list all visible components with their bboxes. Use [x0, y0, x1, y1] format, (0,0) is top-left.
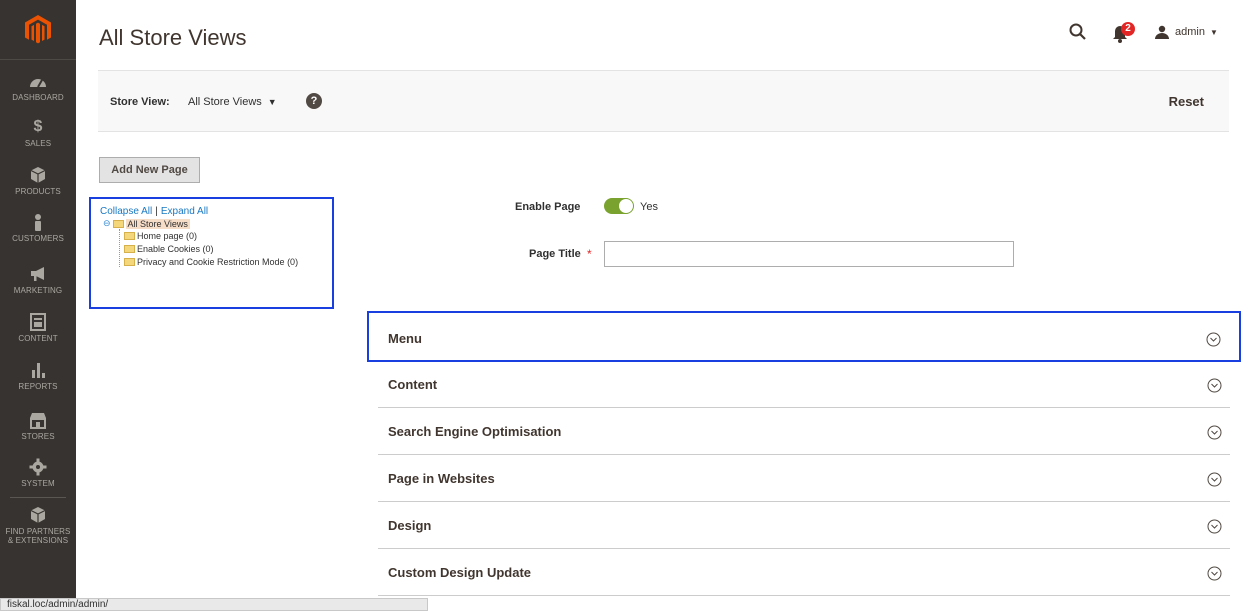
section-title: Content	[388, 377, 438, 392]
section-design[interactable]: Design	[378, 503, 1230, 549]
page-title-input[interactable]	[604, 241, 1014, 267]
folder-icon	[124, 232, 135, 240]
collapse-node-icon[interactable]: ⊖	[103, 218, 111, 229]
tree-controls-separator: |	[155, 206, 158, 217]
sidebar-item-label: STORES	[21, 432, 55, 441]
section-menu[interactable]: Menu	[367, 311, 1241, 362]
sidebar-item-label: PRODUCTS	[15, 187, 61, 196]
user-name: admin	[1175, 26, 1205, 38]
sidebar-item-sales[interactable]: $ SALES	[0, 118, 76, 148]
help-icon[interactable]: ?	[306, 93, 322, 109]
gear-icon	[29, 458, 47, 476]
section-page-in-websites[interactable]: Page in Websites	[378, 456, 1230, 502]
sidebar-item-label-2: & EXTENSIONS	[7, 536, 69, 545]
browser-status-url: fiskal.loc/admin/admin/	[0, 598, 428, 611]
magento-logo[interactable]	[0, 0, 76, 60]
sidebar-item-content[interactable]: CONTENT	[0, 313, 76, 343]
page-tree: Collapse All | Expand All ⊖ All Store View…	[89, 197, 334, 309]
admin-sidebar: DASHBOARD $ SALES PRODUCTS CUSTOMERS MAR…	[0, 0, 76, 611]
sidebar-item-label: SYSTEM	[21, 479, 55, 488]
store-view-dropdown[interactable]: All Store Views ▼	[188, 96, 277, 108]
store-view-value: All Store Views	[188, 96, 262, 108]
tree-root-node[interactable]: ⊖ All Store Views	[103, 218, 190, 229]
sidebar-item-label: DASHBOARD	[12, 93, 64, 102]
tree-node-label: Privacy and Cookie Restriction Mode (0)	[137, 257, 299, 267]
section-custom-design-update[interactable]: Custom Design Update	[378, 550, 1230, 596]
section-seo[interactable]: Search Engine Optimisation	[378, 409, 1230, 455]
caret-down-icon: ▼	[267, 97, 277, 107]
sidebar-item-system[interactable]: SYSTEM	[0, 458, 76, 488]
search-icon[interactable]	[1068, 22, 1088, 42]
tree-root-label: All Store Views	[125, 218, 190, 229]
sidebar-item-dashboard[interactable]: DASHBOARD	[0, 72, 76, 102]
tree-node-home-page[interactable]: Home page (0)	[124, 231, 197, 241]
chevron-down-icon: ▼	[1209, 27, 1218, 37]
chevron-down-icon	[1207, 566, 1222, 581]
enable-page-label: Enable Page	[515, 201, 581, 213]
storefront-icon	[30, 413, 46, 429]
dollar-icon: $	[33, 118, 43, 135]
chevron-down-icon	[1207, 472, 1222, 487]
chevron-down-icon	[1207, 519, 1222, 534]
page-title-label: Page Title	[529, 248, 581, 260]
tree-node-label: Enable Cookies (0)	[137, 244, 214, 254]
tree-node-label: Home page (0)	[137, 231, 198, 241]
sidebar-item-products[interactable]: PRODUCTS	[0, 166, 76, 196]
toggle-knob	[619, 199, 633, 213]
page-title: All Store Views	[99, 25, 247, 50]
enable-page-toggle[interactable]	[604, 198, 634, 214]
sidebar-item-marketing[interactable]: MARKETING	[0, 265, 76, 295]
folder-icon	[124, 245, 135, 253]
user-menu[interactable]: admin ▼	[1155, 24, 1218, 40]
section-content[interactable]: Content	[378, 362, 1230, 408]
content-icon	[30, 313, 46, 331]
notification-badge: 2	[1121, 22, 1135, 36]
section-title: Search Engine Optimisation	[388, 424, 562, 439]
sidebar-item-label: FIND PARTNERS	[5, 527, 71, 536]
store-view-label: Store View:	[110, 96, 170, 108]
partners-box-icon	[30, 507, 46, 523]
tree-node-privacy-cookie[interactable]: Privacy and Cookie Restriction Mode (0)	[124, 257, 298, 267]
sidebar-item-label: MARKETING	[13, 286, 63, 295]
folder-icon	[112, 219, 124, 228]
sidebar-item-find-partners[interactable]: FIND PARTNERS & EXTENSIONS	[0, 506, 76, 545]
user-icon	[1155, 25, 1169, 39]
sidebar-divider	[10, 497, 66, 498]
section-title: Menu	[388, 331, 422, 346]
reset-button[interactable]: Reset	[1169, 94, 1204, 109]
sidebar-item-label: REPORTS	[18, 382, 58, 391]
sidebar-item-customers[interactable]: CUSTOMERS	[0, 213, 76, 243]
tree-node-enable-cookies[interactable]: Enable Cookies (0)	[124, 244, 214, 254]
expand-all-link[interactable]: Expand All	[161, 206, 208, 217]
box-icon	[30, 167, 46, 183]
required-asterisk: *	[587, 247, 592, 261]
sidebar-item-stores[interactable]: STORES	[0, 411, 76, 441]
folder-icon	[124, 258, 135, 266]
sidebar-item-label: SALES	[24, 139, 52, 148]
section-title: Design	[388, 518, 432, 533]
person-icon	[35, 214, 41, 231]
add-new-page-button[interactable]: Add New Page	[99, 157, 200, 183]
tree-controls: Collapse All | Expand All	[100, 206, 208, 217]
sidebar-item-reports[interactable]: REPORTS	[0, 361, 76, 391]
tree-connector	[119, 229, 120, 267]
store-switcher-bar: Store View: All Store Views ▼ ? Reset	[98, 70, 1229, 132]
enable-page-value: Yes	[640, 201, 658, 213]
chevron-down-icon	[1207, 425, 1222, 440]
megaphone-icon	[31, 267, 44, 281]
sidebar-item-label: CONTENT	[18, 334, 58, 343]
chevron-down-icon	[1207, 378, 1222, 393]
chevron-down-icon	[1206, 332, 1221, 347]
dashboard-icon	[30, 79, 46, 88]
bar-chart-icon	[32, 363, 45, 378]
collapse-all-link[interactable]: Collapse All	[100, 206, 152, 217]
sidebar-item-label: CUSTOMERS	[12, 234, 64, 243]
section-title: Page in Websites	[388, 471, 495, 486]
section-title: Custom Design Update	[388, 565, 532, 580]
magento-logo-icon	[25, 14, 51, 43]
